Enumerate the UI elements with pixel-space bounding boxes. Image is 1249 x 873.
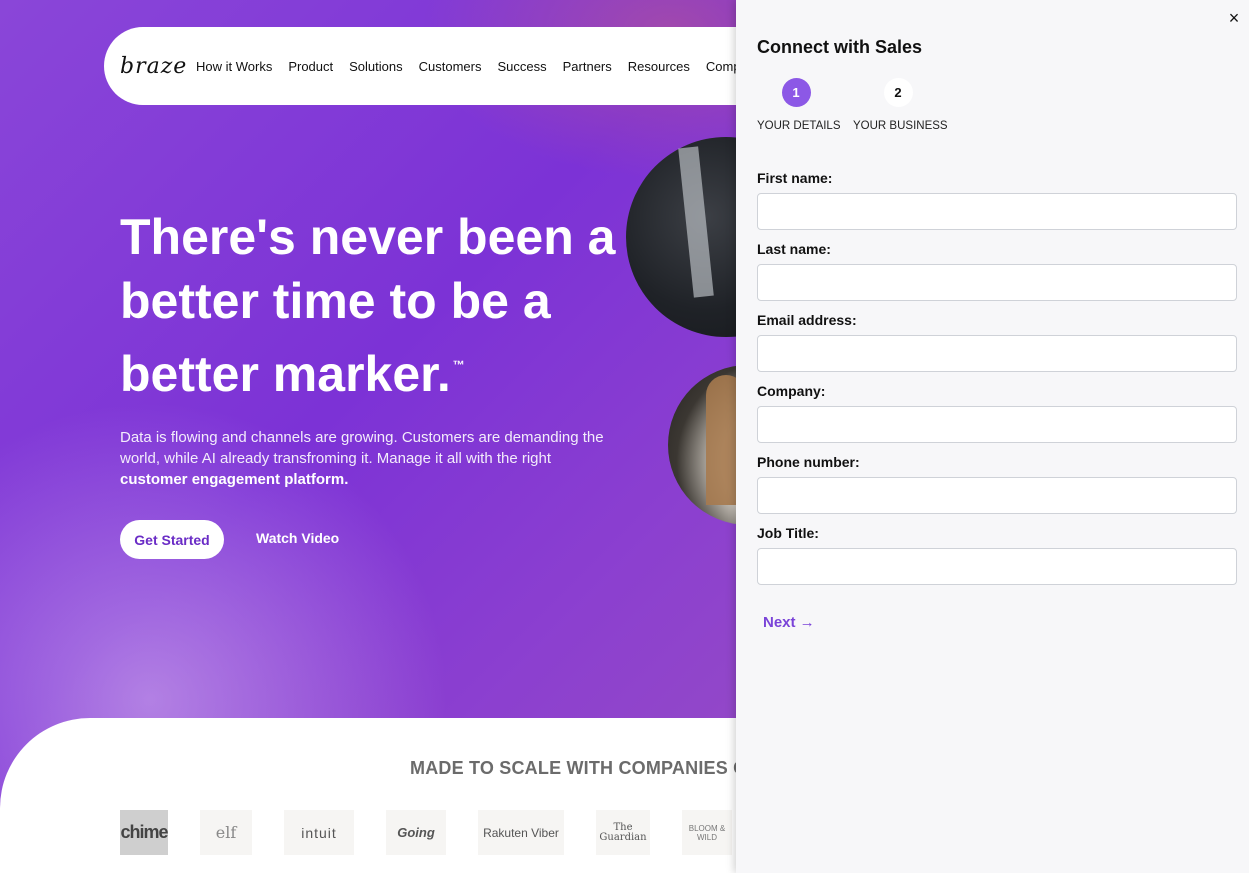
connect-with-sales-panel: × Connect with Sales 1 YOUR DETAILS 2 YO…	[736, 0, 1249, 873]
company-label: Company:	[757, 383, 826, 399]
email-label: Email address:	[757, 312, 857, 328]
job-title-input[interactable]	[757, 548, 1237, 585]
step-your-details[interactable]: 1 YOUR DETAILS	[757, 78, 841, 132]
logo-chime: chime	[120, 810, 169, 855]
step-label: YOUR DETAILS	[757, 120, 841, 132]
logo-rakuten-viber: Rakuten Viber	[478, 810, 564, 855]
logo-elf: elf	[200, 810, 252, 855]
nav-links: How it Works Product Solutions Customers…	[196, 59, 778, 74]
next-button[interactable]: Next →	[763, 614, 815, 631]
watch-video-button[interactable]: Watch Video	[256, 530, 339, 546]
hero-subtext-bold: customer engagement platform.	[120, 471, 349, 488]
step-number: 2	[883, 78, 913, 107]
logo-bloom-and-wild: BLOOM & WILD	[682, 810, 732, 855]
braze-logo[interactable]: braze	[120, 54, 186, 79]
get-started-button[interactable]: Get Started	[120, 520, 224, 559]
hero-headline: There's never been a better time to be a…	[120, 205, 680, 406]
job-title-label: Job Title:	[757, 525, 819, 541]
nav-link-success[interactable]: Success	[497, 59, 546, 74]
last-name-label: Last name:	[757, 241, 831, 257]
step-label: YOUR BUSINESS	[853, 120, 948, 132]
hero-subtext: Data is flowing and channels are growing…	[120, 427, 630, 490]
step-your-business[interactable]: 2 YOUR BUSINESS	[853, 78, 948, 132]
close-icon[interactable]: ×	[1225, 8, 1243, 28]
email-input[interactable]	[757, 335, 1237, 372]
company-input[interactable]	[757, 406, 1237, 443]
phone-label: Phone number:	[757, 454, 860, 470]
nav-link-resources[interactable]: Resources	[628, 59, 690, 74]
nav-link-solutions[interactable]: Solutions	[349, 59, 402, 74]
logo-the-guardian: The Guardian	[596, 810, 650, 855]
panel-title: Connect with Sales	[757, 37, 923, 57]
first-name-input[interactable]	[757, 193, 1237, 230]
hero-headline-text: There's never been a better time to be a…	[120, 209, 616, 402]
nav-link-partners[interactable]: Partners	[563, 59, 612, 74]
logo-intuit: intuit	[284, 810, 354, 855]
last-name-input[interactable]	[757, 264, 1237, 301]
nav-link-customers[interactable]: Customers	[419, 59, 482, 74]
trademark-symbol: ™	[452, 358, 465, 372]
hero-subtext-body: Data is flowing and channels are growing…	[120, 429, 604, 467]
step-number: 1	[781, 78, 811, 107]
first-name-label: First name:	[757, 170, 833, 186]
scale-title: MADE TO SCALE WITH COMPANIES O	[410, 758, 748, 778]
phone-input[interactable]	[757, 477, 1237, 514]
logo-going: Going	[386, 810, 446, 855]
nav-link-product[interactable]: Product	[288, 59, 333, 74]
top-navbar: braze How it Works Product Solutions Cus…	[104, 27, 824, 105]
customer-logos: chime elf intuit Going Rakuten Viber The…	[120, 810, 764, 855]
nav-link-how-it-works[interactable]: How it Works	[196, 59, 272, 74]
